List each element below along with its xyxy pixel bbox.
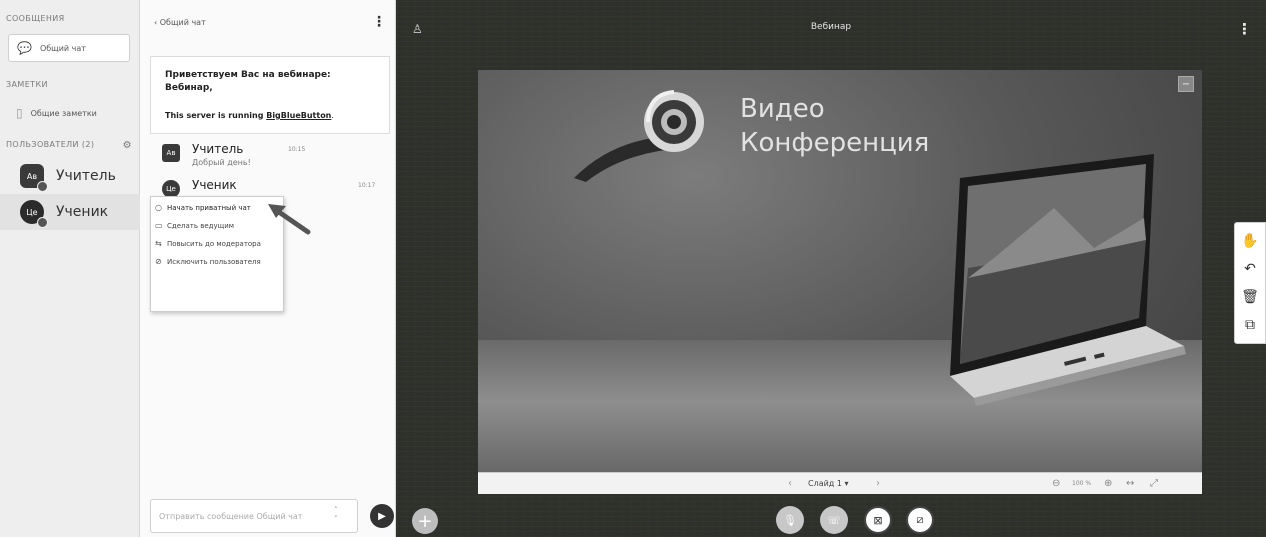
input-resize-icon: ˄ ˅: [334, 506, 338, 523]
bigbluebutton-link[interactable]: BigBlueButton: [266, 111, 331, 120]
server-text-end: .: [331, 111, 334, 120]
users-title-text: ПОЛЬЗОВАТЕЛИ (2): [6, 140, 95, 149]
pointer-arrow-icon: [268, 204, 311, 235]
public-chat-item[interactable]: 💬 Общий чат: [8, 34, 130, 62]
avatar: Ав: [20, 164, 48, 192]
menu-item-promote[interactable]: ⇆ Повысить до модератора: [155, 239, 279, 249]
public-chat-label: Общий чат: [39, 43, 86, 53]
avatar: Ав: [162, 144, 180, 162]
webcam-logo-icon: [574, 90, 704, 182]
chat-input-area: ˄˅ ▶: [150, 498, 396, 534]
messages-section-title: СООБЩЕНИЯ: [6, 14, 65, 23]
plus-icon: +: [417, 510, 433, 532]
laptop-image: [950, 154, 1186, 406]
welcome-line-1: Приветствуем Вас на вебинаре:: [165, 70, 331, 80]
presentation-slide: − Видео Конференция: [478, 70, 1202, 494]
chat-back-button[interactable]: ‹ Общий чат: [154, 18, 206, 27]
menu-item-remove-user[interactable]: ⊘ Исключить пользователя: [155, 257, 279, 267]
slide-selector[interactable]: Слайд 1 ▾: [808, 479, 849, 488]
remove-icon: ⊘: [155, 257, 162, 266]
undo-icon[interactable]: ↶: [1244, 262, 1256, 276]
avatar-initials: Ав: [26, 171, 38, 181]
message-author: Учитель: [192, 142, 244, 156]
bbb-app: СООБЩЕНИЯ 💬 Общий чат ЗАМЕТКИ ▯ Общие за…: [0, 0, 1266, 537]
menu-item-label: Повысить до модератора: [167, 240, 261, 248]
screen-share-icon: ⧄: [916, 513, 924, 526]
slide-selector-label: Слайд 1: [808, 479, 842, 488]
user-name: Ученик: [56, 204, 109, 220]
chat-bubble-icon: ○: [155, 203, 162, 212]
slide-title-line-1: Видео: [740, 94, 825, 124]
message-text: Добрый день!: [192, 158, 251, 167]
presentation-area: ♙ Вебинар ⋮ − Видео Конференция ‹ Слайд …: [396, 0, 1266, 537]
shared-notes-item[interactable]: ▯ Общие заметки: [8, 100, 138, 126]
hand-tool-icon[interactable]: ✋: [1241, 234, 1258, 248]
notes-section-title: ЗАМЕТКИ: [6, 80, 48, 89]
presentation-toolbar: ‹ Слайд 1 ▾ › ⊖ 100 % ⊕ ↔ ⤢: [478, 472, 1202, 494]
user-item-teacher[interactable]: Ав Учитель: [0, 158, 140, 194]
menu-item-private-chat[interactable]: ○ Начать приватный чат: [155, 203, 279, 213]
message-time: 10:15: [288, 146, 306, 153]
zoom-out-button[interactable]: ⊖: [1052, 478, 1060, 489]
actions-button[interactable]: +: [412, 508, 438, 534]
message-time: 10:17: [358, 182, 376, 189]
avatar-initials: Це: [26, 207, 38, 217]
trash-icon[interactable]: 🗑: [1241, 290, 1259, 304]
chat-message-input[interactable]: [150, 499, 358, 533]
users-section-title: ПОЛЬЗОВАТЕЛИ (2) ⚙: [0, 140, 140, 151]
user-name: Учитель: [56, 168, 116, 184]
status-badge: [37, 181, 48, 192]
user-list-panel: СООБЩЕНИЯ 💬 Общий чат ЗАМЕТКИ ▯ Общие за…: [0, 0, 140, 537]
server-text: This server is running: [165, 111, 267, 120]
screen-share-button[interactable]: ⧄: [906, 506, 934, 534]
audio-phone-button[interactable]: ☏: [820, 506, 848, 534]
menu-item-make-presenter[interactable]: ▭ Сделать ведущим: [155, 221, 279, 231]
zoom-in-button[interactable]: ⊕: [1104, 478, 1112, 489]
send-icon: ▶: [378, 510, 386, 522]
previous-slide-button[interactable]: ‹: [788, 478, 792, 489]
stage-header: ♙ Вебинар ⋮: [396, 18, 1266, 42]
fullscreen-button[interactable]: ⤢: [1150, 478, 1158, 489]
promote-icon: ⇆: [155, 239, 162, 248]
menu-item-label: Начать приватный чат: [167, 204, 251, 212]
presenter-icon: ▭: [155, 221, 163, 230]
phone-icon: ☏: [827, 513, 841, 527]
options-menu-icon[interactable]: ⋮: [1237, 20, 1252, 38]
next-slide-button[interactable]: ›: [876, 478, 880, 489]
chat-header: ‹ Общий чат ⋮: [154, 12, 386, 32]
hide-presentation-button[interactable]: −: [1178, 76, 1194, 92]
server-info: This server is running BigBlueButton.: [165, 111, 375, 120]
chat-bubble-icon: 💬: [17, 41, 32, 55]
gear-icon[interactable]: ⚙: [123, 140, 132, 151]
menu-item-label: Исключить пользователя: [167, 258, 261, 266]
fit-to-width-button[interactable]: ↔: [1126, 478, 1134, 489]
camera-button[interactable]: ⊠: [864, 506, 892, 534]
welcome-message: Приветствуем Вас на вебинаре: Вебинар, T…: [150, 56, 390, 134]
user-item-student[interactable]: Це Ученик: [0, 194, 140, 230]
file-icon: ▯: [16, 106, 23, 120]
microphone-button[interactable]: 🎙: [776, 506, 804, 534]
send-message-button[interactable]: ▶: [370, 504, 394, 528]
microphone-icon: 🎙: [783, 513, 797, 527]
camera-off-icon: ⊠: [873, 513, 883, 527]
status-badge: [37, 217, 48, 228]
whiteboard-toolbar: ✋ ↶ 🗑 ⧉: [1234, 222, 1266, 344]
shared-notes-label: Общие заметки: [30, 108, 97, 118]
zoom-level: 100 %: [1072, 480, 1092, 487]
minus-icon: −: [1181, 78, 1191, 90]
multi-user-icon[interactable]: ⧉: [1245, 318, 1255, 332]
meeting-title: Вебинар: [810, 22, 852, 32]
menu-item-label: Сделать ведущим: [167, 222, 235, 230]
avatar: Це: [20, 200, 48, 228]
welcome-line-2: Вебинар,: [165, 83, 213, 93]
message-author: Ученик: [192, 178, 237, 192]
action-bar: + 🎙 ☏ ⊠ ⧄: [396, 498, 1266, 537]
chat-options-icon[interactable]: ⋮: [372, 14, 386, 30]
